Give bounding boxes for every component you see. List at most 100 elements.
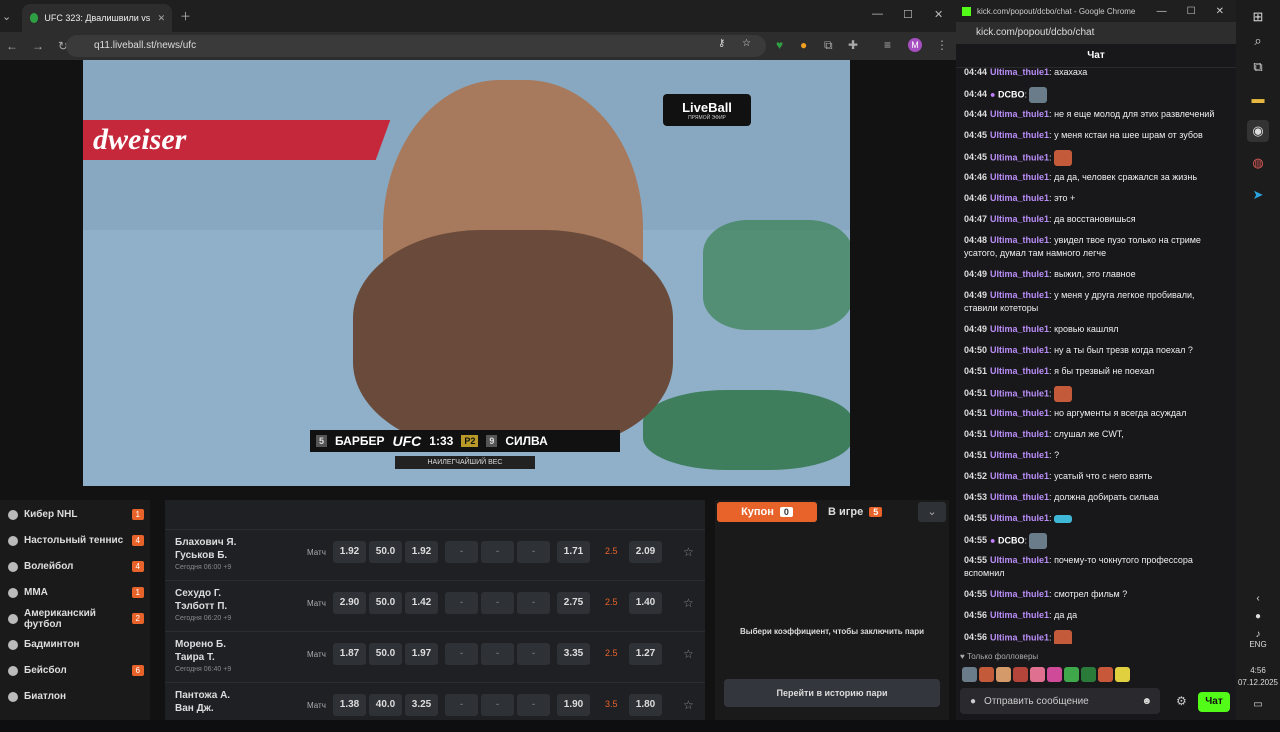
odds-cell[interactable]: 40.0 xyxy=(369,694,402,716)
odds-cell[interactable]: 1.71 xyxy=(557,541,590,563)
favorite-star-icon[interactable]: ☆ xyxy=(683,647,694,661)
message-username[interactable]: Ultima_thule1 xyxy=(990,555,1049,565)
coupon-tab[interactable]: Купон 0 xyxy=(717,502,817,522)
message-username[interactable]: Ultima_thule1 xyxy=(990,67,1049,77)
chat-maximize-icon[interactable]: ☐ xyxy=(1187,6,1196,17)
emoji-picker-icon[interactable]: ☻ xyxy=(1141,696,1152,707)
odds-cell[interactable]: 50.0 xyxy=(369,643,402,665)
telegram-icon[interactable]: ➤ xyxy=(1247,184,1269,206)
chat-settings-gear-icon[interactable]: ⚙ xyxy=(1176,694,1187,708)
extension-shield-icon[interactable]: ♥ xyxy=(776,38,783,52)
windows-start-icon[interactable]: ⊞ xyxy=(1247,6,1269,28)
forward-icon[interactable]: → xyxy=(32,39,44,53)
back-icon[interactable]: ← xyxy=(6,39,18,53)
chat-close-icon[interactable]: ✕ xyxy=(1216,6,1224,17)
favorite-star-icon[interactable]: ☆ xyxy=(683,545,694,559)
message-username[interactable]: DCBO xyxy=(998,89,1025,99)
sidebar-item[interactable]: Настольный теннис 4 xyxy=(0,528,150,553)
task-view-icon[interactable]: ⧉ xyxy=(1247,56,1269,78)
odds-cell[interactable]: 1.80 xyxy=(629,694,662,716)
odds-cell[interactable]: 1.38 xyxy=(333,694,366,716)
emote-icon[interactable] xyxy=(962,667,977,682)
chrome-icon[interactable]: ◉ xyxy=(1247,120,1269,142)
odds-cell[interactable]: 3.25 xyxy=(405,694,438,716)
message-username[interactable]: Ultima_thule1 xyxy=(990,492,1049,502)
message-username[interactable]: Ultima_thule1 xyxy=(990,172,1049,182)
emote-icon[interactable] xyxy=(1030,667,1045,682)
match-players[interactable]: Блахович Я. Гуськов Б. xyxy=(175,536,236,562)
message-username[interactable]: Ultima_thule1 xyxy=(990,632,1049,642)
sidebar-item[interactable]: Американский футбол 2 xyxy=(0,606,150,631)
chat-messages[interactable]: 04:44 Ultima_thule1: ахахаха 04:44 ● DCBO: … xyxy=(960,64,1222,644)
sidebar-item[interactable]: MMA 1 xyxy=(0,580,150,605)
menu-kebab-icon[interactable]: ⋮ xyxy=(936,38,948,52)
odds-cell[interactable]: 2.75 xyxy=(557,592,590,614)
message-username[interactable]: Ultima_thule1 xyxy=(990,388,1049,398)
message-username[interactable]: Ultima_thule1 xyxy=(990,214,1049,224)
emote-icon[interactable] xyxy=(1064,667,1079,682)
chat-minimize-icon[interactable]: — xyxy=(1157,6,1167,17)
odds-cell[interactable]: 1.87 xyxy=(333,643,366,665)
tab-list-icon[interactable]: ⌄ xyxy=(2,10,11,23)
message-username[interactable]: Ultima_thule1 xyxy=(990,130,1049,140)
minimize-icon[interactable]: — xyxy=(872,8,883,20)
media-control-icon[interactable]: ≡ xyxy=(884,38,891,52)
message-username[interactable]: Ultima_thule1 xyxy=(990,513,1049,523)
odds-cell[interactable]: 1.97 xyxy=(405,643,438,665)
odds-cell[interactable]: 2.90 xyxy=(333,592,366,614)
collapse-chevron-icon[interactable]: ⌄ xyxy=(918,502,946,522)
odds-cell[interactable]: 1.42 xyxy=(405,592,438,614)
emote-icon[interactable] xyxy=(979,667,994,682)
extensions-puzzle-icon[interactable]: ✚ xyxy=(848,38,858,52)
message-username[interactable]: Ultima_thule1 xyxy=(990,345,1049,355)
new-tab-icon[interactable]: ＋ xyxy=(180,8,191,24)
odds-cell[interactable]: 3.35 xyxy=(557,643,590,665)
password-key-icon[interactable]: ⚷ xyxy=(718,38,725,49)
message-username[interactable]: Ultima_thule1 xyxy=(990,610,1049,620)
message-username[interactable]: Ultima_thule1 xyxy=(990,109,1049,119)
emote-icon[interactable] xyxy=(1098,667,1113,682)
message-username[interactable]: Ultima_thule1 xyxy=(990,366,1049,376)
odds-cell[interactable]: 1.27 xyxy=(629,643,662,665)
sidebar-item[interactable]: Волейбол 4 xyxy=(0,554,150,579)
mic-icon[interactable]: ● xyxy=(970,696,976,707)
chat-url[interactable]: kick.com/popout/dcbo/chat xyxy=(956,22,1236,44)
tab-close-icon[interactable]: ✕ xyxy=(158,13,164,24)
message-username[interactable]: Ultima_thule1 xyxy=(990,429,1049,439)
address-bar[interactable]: q11.liveball.st/news/ufc ⚷ ☆ xyxy=(66,35,766,57)
odds-cell[interactable]: 1.92 xyxy=(405,541,438,563)
ingame-tab[interactable]: В игре 5 xyxy=(828,502,908,522)
odds-cell[interactable]: 2.09 xyxy=(629,541,662,563)
emote-icon[interactable] xyxy=(1013,667,1028,682)
sidebar-item[interactable]: Бадминтон xyxy=(0,632,150,657)
sidebar-item[interactable]: Бейсбол 6 xyxy=(0,658,150,683)
emote-icon[interactable] xyxy=(1047,667,1062,682)
extension-translate-icon[interactable]: ⧉ xyxy=(824,38,833,53)
sidebar-item[interactable]: Биатлон xyxy=(0,684,150,709)
message-username[interactable]: Ultima_thule1 xyxy=(990,589,1049,599)
odds-cell[interactable]: 1.40 xyxy=(629,592,662,614)
browser-tab[interactable]: UFC 323: Двалишвили vs Ян 2 ✕ xyxy=(22,4,172,32)
message-username[interactable]: Ultima_thule1 xyxy=(990,269,1049,279)
emote-icon[interactable] xyxy=(1115,667,1130,682)
bookmark-star-icon[interactable]: ☆ xyxy=(742,38,751,49)
odds-cell[interactable]: 50.0 xyxy=(369,541,402,563)
match-players[interactable]: Сехудо Г. Тэлботт П. xyxy=(175,587,227,613)
app-icon[interactable]: ◍ xyxy=(1247,152,1269,174)
message-username[interactable]: Ultima_thule1 xyxy=(990,290,1049,300)
chat-input[interactable]: ● Отправить сообщение ☻ xyxy=(960,688,1160,714)
extension-fire-icon[interactable]: ● xyxy=(800,38,807,52)
language-indicator[interactable]: ENG xyxy=(1236,640,1280,649)
file-explorer-icon[interactable]: ▬ xyxy=(1247,88,1269,110)
emote-icon[interactable] xyxy=(1081,667,1096,682)
message-username[interactable]: Ultima_thule1 xyxy=(990,193,1049,203)
maximize-icon[interactable]: ☐ xyxy=(903,8,913,21)
message-username[interactable]: Ultima_thule1 xyxy=(990,152,1049,162)
sidebar-item[interactable]: Кибер NHL 1 xyxy=(0,502,150,527)
match-players[interactable]: Пантожа А. Ван Дж. xyxy=(175,689,230,715)
message-username[interactable]: Ultima_thule1 xyxy=(990,324,1049,334)
history-button[interactable]: Перейти в историю пари xyxy=(724,679,940,707)
emote-icon[interactable] xyxy=(996,667,1011,682)
favorite-star-icon[interactable]: ☆ xyxy=(683,596,694,610)
profile-avatar[interactable]: M xyxy=(908,38,922,52)
